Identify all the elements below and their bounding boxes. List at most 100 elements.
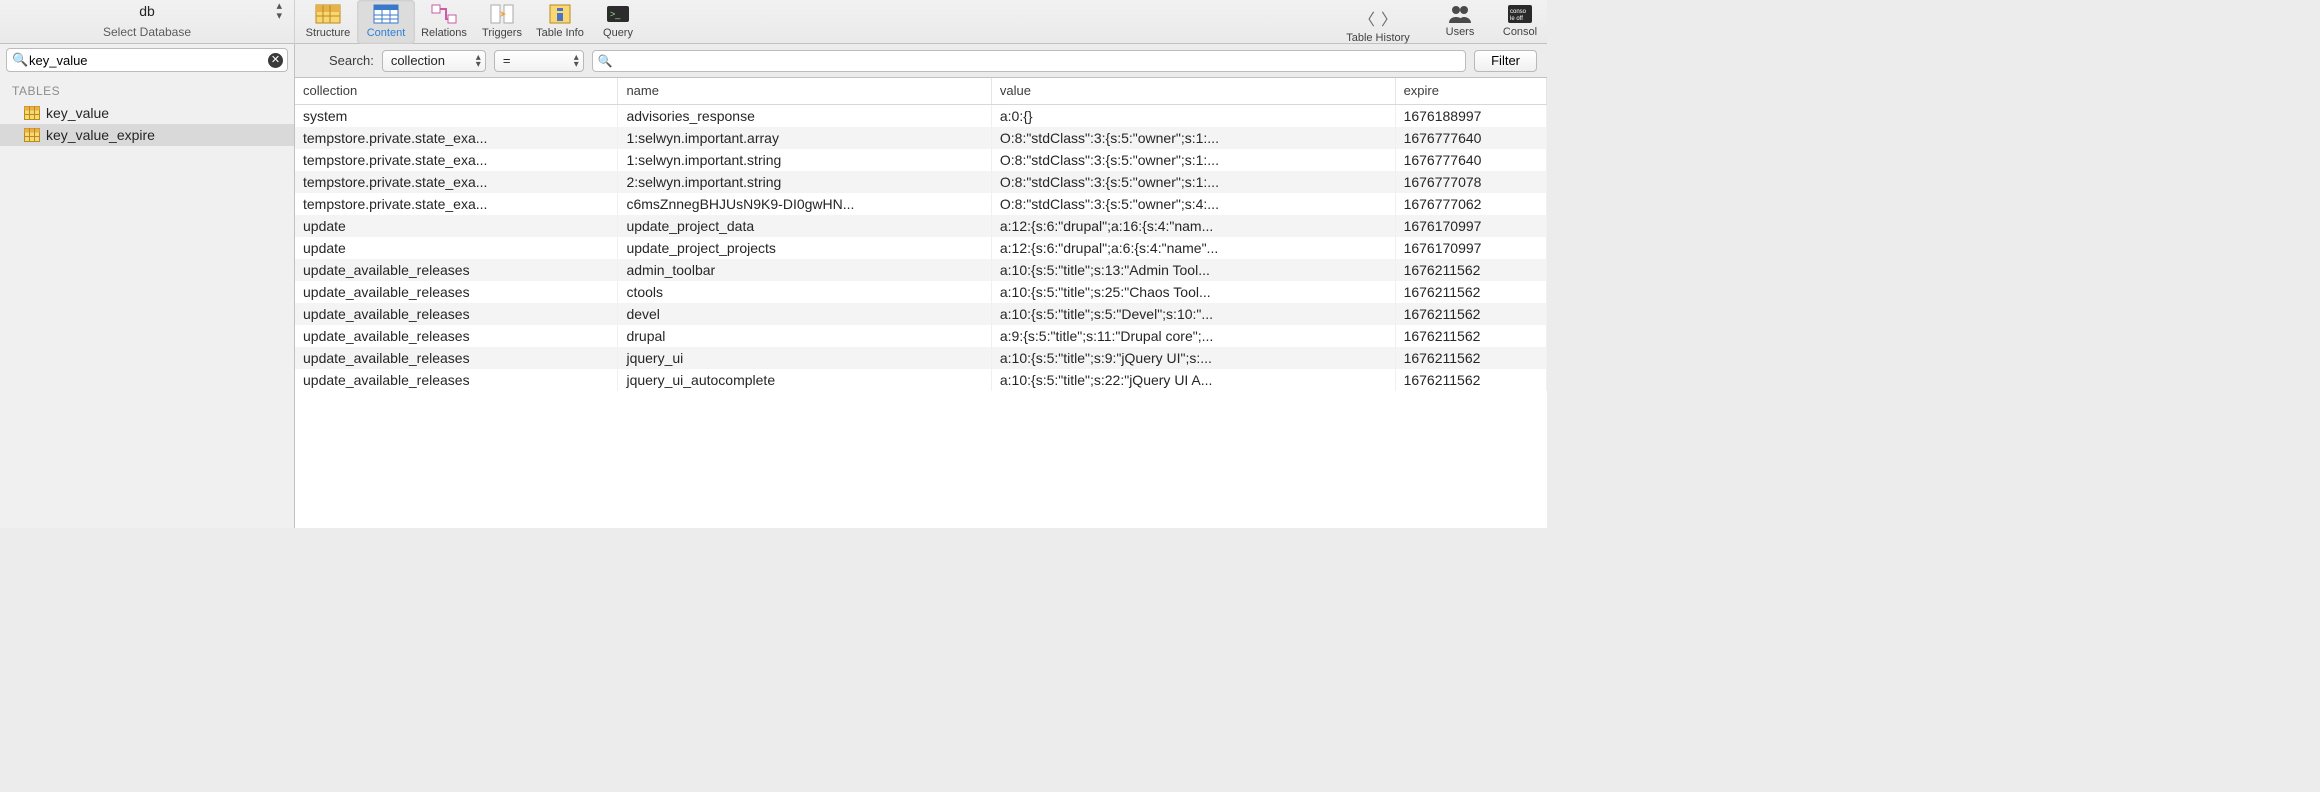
cell-value[interactable]: a:10:{s:5:"title";s:22:"jQuery UI A... (991, 369, 1395, 391)
table-search-input[interactable]: 🔍 ✕ (6, 48, 288, 72)
tab-triggers[interactable]: Triggers (473, 0, 531, 44)
table-row[interactable]: update_available_releasesjquery_ui_autoc… (295, 369, 1547, 391)
table-row[interactable]: update_available_releasesadmin_toolbara:… (295, 259, 1547, 281)
cell-expire[interactable]: 1676211562 (1395, 347, 1546, 369)
cell-value[interactable]: a:12:{s:6:"drupal";a:6:{s:4:"name"... (991, 237, 1395, 259)
tab-relations[interactable]: Relations (415, 0, 473, 44)
cell-value[interactable]: O:8:"stdClass":3:{s:5:"owner";s:1:... (991, 149, 1395, 171)
cell-expire[interactable]: 1676211562 (1395, 259, 1546, 281)
chevron-updown-icon: ▴▾ (476, 54, 481, 68)
sidebar-table-item[interactable]: key_value (0, 102, 294, 124)
table-icon (24, 106, 40, 120)
column-header[interactable]: collection (295, 78, 618, 104)
cell-collection[interactable]: update_available_releases (295, 347, 618, 369)
cell-value[interactable]: a:9:{s:5:"title";s:11:"Drupal core";... (991, 325, 1395, 347)
sidebar-table-item[interactable]: key_value_expire (0, 124, 294, 146)
tab-tableinfo[interactable]: Table Info (531, 0, 589, 44)
table-history-label[interactable]: Table History (1333, 30, 1423, 44)
cell-name[interactable]: update_project_data (618, 215, 991, 237)
cell-expire[interactable]: 1676777078 (1395, 171, 1546, 193)
console-icon: console off (1506, 2, 1534, 26)
cell-expire[interactable]: 1676170997 (1395, 215, 1546, 237)
cell-value[interactable]: a:12:{s:6:"drupal";a:16:{s:4:"nam... (991, 215, 1395, 237)
cell-collection[interactable]: update (295, 237, 618, 259)
filter-column-select[interactable]: collection ▴▾ (382, 50, 486, 72)
table-row[interactable]: tempstore.private.state_exa...1:selwyn.i… (295, 149, 1547, 171)
cell-collection[interactable]: tempstore.private.state_exa... (295, 149, 618, 171)
filter-operator-select[interactable]: = ▴▾ (494, 50, 584, 72)
clear-icon[interactable]: ✕ (268, 53, 283, 68)
cell-name[interactable]: 1:selwyn.important.string (618, 149, 991, 171)
cell-expire[interactable]: 1676211562 (1395, 369, 1546, 391)
cell-expire[interactable]: 1676188997 (1395, 104, 1546, 127)
table-row[interactable]: update_available_releasesctoolsa:10:{s:5… (295, 281, 1547, 303)
column-header[interactable]: expire (1395, 78, 1546, 104)
cell-name[interactable]: 1:selwyn.important.array (618, 127, 991, 149)
table-row[interactable]: tempstore.private.state_exa...1:selwyn.i… (295, 127, 1547, 149)
cell-expire[interactable]: 1676211562 (1395, 325, 1546, 347)
filter-button[interactable]: Filter (1474, 50, 1537, 72)
cell-expire[interactable]: 1676777062 (1395, 193, 1546, 215)
database-name: db (139, 3, 155, 19)
cell-value[interactable]: O:8:"stdClass":3:{s:5:"owner";s:1:... (991, 127, 1395, 149)
cell-value[interactable]: a:0:{} (991, 104, 1395, 127)
cell-name[interactable]: jquery_ui_autocomplete (618, 369, 991, 391)
cell-collection[interactable]: update_available_releases (295, 281, 618, 303)
table-row[interactable]: update_available_releasesdevela:10:{s:5:… (295, 303, 1547, 325)
cell-name[interactable]: 2:selwyn.important.string (618, 171, 991, 193)
table-row[interactable]: tempstore.private.state_exa...2:selwyn.i… (295, 171, 1547, 193)
users-tab[interactable]: Users (1433, 0, 1487, 38)
table-row[interactable]: systemadvisories_responsea:0:{}167618899… (295, 104, 1547, 127)
cell-collection[interactable]: update_available_releases (295, 369, 618, 391)
table-row[interactable]: tempstore.private.state_exa...c6msZnnegB… (295, 193, 1547, 215)
cell-collection[interactable]: update_available_releases (295, 325, 618, 347)
table-row[interactable]: updateupdate_project_dataa:12:{s:6:"drup… (295, 215, 1547, 237)
column-header[interactable]: name (618, 78, 991, 104)
table-row[interactable]: updateupdate_project_projectsa:12:{s:6:"… (295, 237, 1547, 259)
cell-collection[interactable]: tempstore.private.state_exa... (295, 193, 618, 215)
cell-collection[interactable]: tempstore.private.state_exa... (295, 171, 618, 193)
table-row[interactable]: update_available_releasesdrupala:9:{s:5:… (295, 325, 1547, 347)
tab-structure[interactable]: Structure (299, 0, 357, 44)
cell-collection[interactable]: tempstore.private.state_exa... (295, 127, 618, 149)
cell-name[interactable]: advisories_response (618, 104, 991, 127)
data-grid[interactable]: collectionnamevalueexpire systemadvisori… (295, 78, 1547, 528)
table-row[interactable]: update_available_releasesjquery_uia:10:{… (295, 347, 1547, 369)
cell-name[interactable]: admin_toolbar (618, 259, 991, 281)
cell-expire[interactable]: 1676777640 (1395, 127, 1546, 149)
cell-name[interactable]: devel (618, 303, 991, 325)
cell-collection[interactable]: update_available_releases (295, 259, 618, 281)
cell-expire[interactable]: 1676211562 (1395, 281, 1546, 303)
toolbar: db ▴▾ Select Database StructureContentRe… (0, 0, 1547, 44)
cell-name[interactable]: jquery_ui (618, 347, 991, 369)
cell-value[interactable]: a:10:{s:5:"title";s:13:"Admin Tool... (991, 259, 1395, 281)
users-icon (1446, 2, 1474, 26)
column-header[interactable]: value (991, 78, 1395, 104)
database-selector[interactable]: db ▴▾ (0, 0, 294, 22)
cell-expire[interactable]: 1676170997 (1395, 237, 1546, 259)
cell-collection[interactable]: system (295, 104, 618, 127)
cell-value[interactable]: a:10:{s:5:"title";s:25:"Chaos Tool... (991, 281, 1395, 303)
tab-content[interactable]: Content (357, 0, 415, 44)
tab-query[interactable]: >_Query (589, 0, 647, 44)
tableinfo-icon (546, 2, 574, 26)
cell-collection[interactable]: update (295, 215, 618, 237)
cell-name[interactable]: drupal (618, 325, 991, 347)
filter-value-input[interactable]: 🔍 (592, 50, 1466, 72)
cell-value[interactable]: a:10:{s:5:"title";s:5:"Devel";s:10:"... (991, 303, 1395, 325)
cell-expire[interactable]: 1676777640 (1395, 149, 1546, 171)
cell-expire[interactable]: 1676211562 (1395, 303, 1546, 325)
cell-name[interactable]: ctools (618, 281, 991, 303)
cell-name[interactable]: update_project_projects (618, 237, 991, 259)
cell-value[interactable]: a:10:{s:5:"title";s:9:"jQuery UI";s:... (991, 347, 1395, 369)
cell-value[interactable]: O:8:"stdClass":3:{s:5:"owner";s:4:... (991, 193, 1395, 215)
cell-value[interactable]: O:8:"stdClass":3:{s:5:"owner";s:1:... (991, 171, 1395, 193)
forward-button[interactable]: 〉 (1381, 6, 1397, 30)
console-label: Consol (1503, 26, 1537, 38)
cell-name[interactable]: c6msZnnegBHJUsN9K9-DI0gwHN... (618, 193, 991, 215)
table-search-field[interactable] (29, 53, 265, 68)
cell-collection[interactable]: update_available_releases (295, 303, 618, 325)
tab-label: Content (367, 27, 406, 39)
console-tab[interactable]: console off Consol (1497, 0, 1543, 38)
back-button[interactable]: 〈 (1359, 6, 1375, 30)
